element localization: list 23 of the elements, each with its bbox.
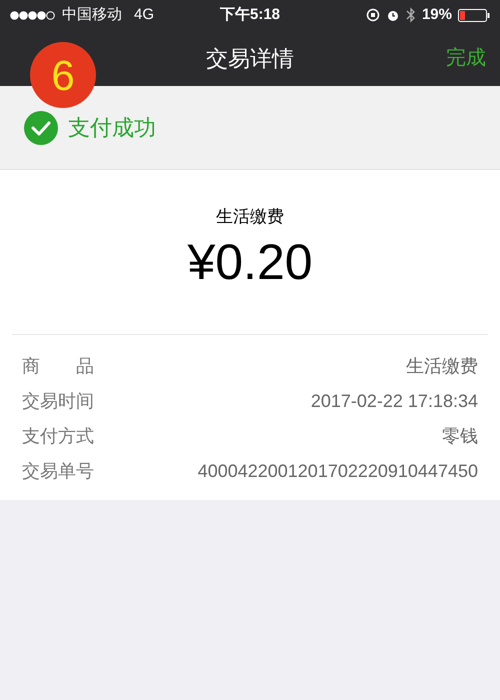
detail-value: 生活缴费	[406, 355, 478, 378]
detail-label: 交易时间	[22, 390, 94, 413]
detail-value: 零钱	[442, 425, 478, 448]
detail-value: 2017-02-22 17:18:34	[310, 390, 478, 413]
detail-label: 商 品	[22, 355, 94, 378]
alarm-icon	[386, 8, 400, 22]
rotation-lock-icon	[366, 8, 380, 22]
page-title: 交易详情	[206, 44, 294, 72]
payment-status: 支付成功	[68, 114, 156, 142]
bluetooth-icon	[406, 7, 416, 23]
carrier-name: 中国移动	[62, 4, 122, 25]
signal-icon	[10, 10, 56, 20]
battery-icon	[458, 8, 490, 22]
merchant-name: 生活缴费	[216, 206, 284, 228]
detail-label: 支付方式	[22, 425, 94, 448]
network-type: 4G	[134, 4, 154, 25]
check-circle-icon	[24, 110, 58, 144]
detail-label: 交易单号	[22, 460, 94, 483]
battery-percent: 19%	[422, 4, 452, 25]
detail-value: 4000422001201702220910447450	[198, 460, 478, 483]
clock-time: 下午5:18	[220, 4, 280, 25]
payment-amount: ¥0.20	[187, 232, 313, 292]
done-button[interactable]: 完成	[446, 43, 486, 73]
